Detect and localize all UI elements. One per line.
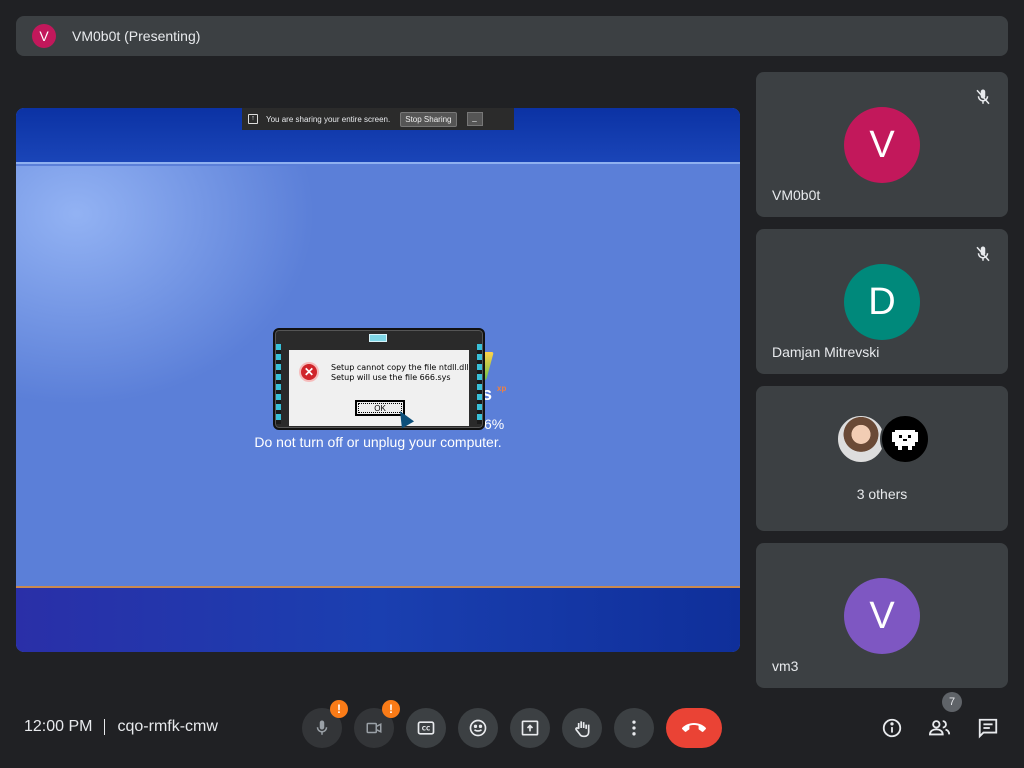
present-icon [521, 720, 539, 736]
sharing-banner: ↑ You are sharing your entire screen. St… [242, 108, 514, 130]
emoji-button[interactable] [458, 708, 498, 748]
people-icon [928, 720, 951, 736]
error-icon: ✕ [299, 362, 319, 382]
clock-time: 12:00 PM [24, 718, 93, 735]
camera-warning-badge: ! [382, 700, 400, 718]
participant-photo-avatar [836, 414, 886, 464]
dog-avatar [880, 414, 930, 464]
pixel-dog-icon [892, 430, 918, 450]
error-dialog: ✕ Setup cannot copy the file ntdll.dll S… [289, 350, 469, 429]
mic-warning-badge: ! [330, 700, 348, 718]
presenter-title: VM0b0t (Presenting) [72, 28, 201, 44]
shared-screen: ↑ You are sharing your entire screen. St… [16, 108, 740, 652]
emoji-icon [469, 719, 487, 737]
raise-hand-icon [575, 721, 590, 738]
participant-tile-vm0b0t[interactable]: V VM0b0t [756, 72, 1008, 217]
participant-avatar: V [844, 578, 920, 654]
frame-gem [369, 334, 387, 342]
mic-icon [316, 720, 328, 735]
mic-off-icon [976, 246, 990, 262]
mic-button[interactable]: ! [302, 700, 348, 748]
people-count-badge: 7 [942, 692, 962, 712]
mic-off-icon [976, 89, 990, 105]
logo-xp-fragment: xp [497, 384, 507, 393]
participant-avatar: D [844, 264, 920, 340]
info-divider [104, 719, 106, 735]
chat-button[interactable] [976, 716, 1000, 740]
more-options-icon [632, 720, 636, 736]
participant-tile-others[interactable]: 3 others [756, 386, 1008, 531]
camera-button[interactable]: ! [354, 700, 400, 748]
participant-name: Damjan Mitrevski [772, 344, 880, 360]
more-options-button[interactable] [614, 708, 654, 748]
progress-percent: 6% [484, 416, 505, 432]
svg-text:CC: CC [422, 727, 431, 733]
raise-hand-button[interactable] [562, 708, 602, 748]
captions-icon: CC [417, 721, 435, 735]
presenter-bar: V VM0b0t (Presenting) [16, 16, 1008, 56]
end-call-icon [682, 723, 706, 732]
meeting-code: cqo-rmfk-cmw [117, 718, 218, 735]
error-message: Setup cannot copy the file ntdll.dll Set… [331, 363, 469, 383]
error-dialog-frame: ✕ Setup cannot copy the file ntdll.dll S… [273, 328, 485, 430]
others-label: 3 others [856, 486, 908, 502]
meeting-info: 12:00 PM cqo-rmfk-cmw [24, 718, 218, 736]
desktop-bottom-band [16, 586, 740, 652]
minimize-banner-button[interactable]: _ [466, 112, 483, 126]
others-avatar-group [836, 414, 936, 466]
participant-tile-vm3[interactable]: V vm3 [756, 543, 1008, 688]
share-upload-icon: ↑ [248, 114, 258, 124]
people-button[interactable] [928, 716, 952, 740]
participant-tile-damjan[interactable]: D Damjan Mitrevski [756, 229, 1008, 374]
info-icon [882, 718, 902, 738]
sharing-text: You are sharing your entire screen. [266, 114, 391, 124]
participant-name: vm3 [772, 658, 799, 674]
end-call-button[interactable] [666, 708, 722, 748]
bottom-control-bar: 12:00 PM cqo-rmfk-cmw ! ! CC 7 [0, 692, 1024, 756]
frame-side-left [276, 344, 281, 424]
desktop-glow [16, 166, 316, 406]
presenter-avatar: V [32, 24, 56, 48]
chat-icon [978, 718, 998, 739]
error-line-1: Setup cannot copy the file ntdll.dll [331, 363, 469, 372]
meeting-details-button[interactable] [880, 716, 904, 740]
present-button[interactable] [510, 708, 550, 748]
participant-avatar: V [844, 107, 920, 183]
captions-button[interactable]: CC [406, 708, 446, 748]
stop-sharing-button[interactable]: Stop Sharing [400, 111, 457, 127]
frame-side-right [477, 344, 482, 424]
camera-icon [366, 722, 382, 734]
setup-status-text: Do not turn off or unplug your computer. [254, 434, 502, 450]
participant-name: VM0b0t [772, 187, 821, 203]
error-line-2: Setup will use the file 666.sys [331, 373, 451, 382]
